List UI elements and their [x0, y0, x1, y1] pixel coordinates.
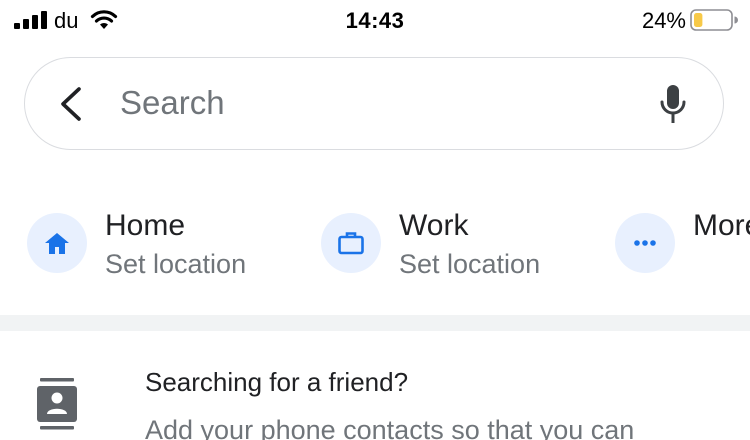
friend-card-body: Add your phone contacts so that you can — [145, 415, 635, 440]
shortcut-home-title: Home — [105, 209, 186, 242]
shortcut-work-title: Work — [399, 209, 469, 242]
shortcut-home-subtitle: Set location — [105, 249, 247, 279]
search-input[interactable] — [120, 80, 640, 126]
shortcut-work-subtitle: Set location — [399, 249, 541, 279]
battery-fill — [694, 13, 703, 27]
battery-icon — [690, 9, 738, 31]
saved-places-shortcuts: Home Set location Work Set location Mor — [0, 205, 750, 295]
search-box[interactable] — [24, 57, 724, 150]
more-icon-circle — [615, 213, 675, 273]
status-bar: du 14:43 24% — [0, 0, 750, 42]
section-divider — [0, 315, 750, 331]
friend-card-title: Searching for a friend? — [145, 367, 409, 397]
back-arrow-icon[interactable] — [57, 86, 85, 122]
home-icon-circle — [27, 213, 87, 273]
status-time: 14:43 — [345, 8, 405, 33]
contacts-icon — [37, 378, 77, 430]
briefcase-icon — [338, 232, 364, 255]
shortcut-home[interactable]: Home Set location — [27, 205, 277, 285]
more-dots-icon — [634, 240, 656, 246]
battery-percentage: 24% — [641, 8, 686, 33]
work-icon-circle — [321, 213, 381, 273]
shortcut-more[interactable]: More — [615, 205, 750, 285]
home-icon — [45, 233, 69, 254]
maps-search-screen: du 14:43 24% Search Home Set location Wo… — [0, 0, 750, 440]
microphone-icon[interactable] — [659, 83, 687, 125]
shortcut-work[interactable]: Work Set location — [321, 205, 571, 285]
shortcut-more-title: More — [693, 209, 750, 242]
